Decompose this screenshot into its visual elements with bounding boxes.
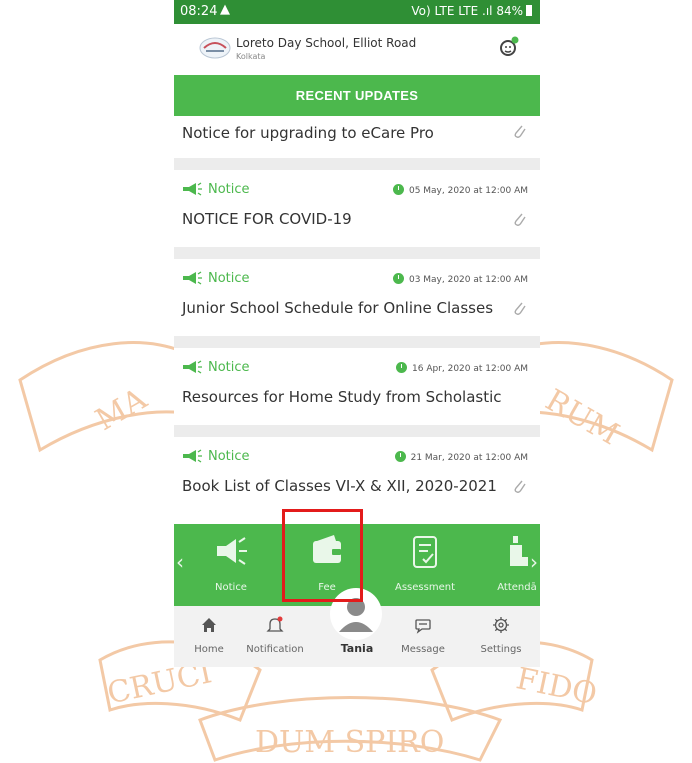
megaphone-icon — [183, 360, 202, 374]
notice-card[interactable]: Notice 05 May, 2020 at 12:00 AM NOTICE F… — [174, 170, 540, 247]
notice-card[interactable]: Notice 03 May, 2020 at 12:00 AM Junior S… — [174, 259, 540, 336]
attachment-icon[interactable] — [512, 477, 526, 495]
notice-tag-label: Notice — [208, 271, 250, 286]
menu-item-assessment[interactable]: Assessment — [388, 532, 462, 593]
notice-date-text: 16 Apr, 2020 at 12:00 AM — [412, 364, 528, 374]
battery-icon — [526, 5, 532, 16]
notice-tag-label: Notice — [208, 182, 250, 197]
school-name: Loreto Day School, Elliot Road — [236, 36, 417, 50]
menu-item-label: Assessment — [395, 582, 455, 593]
gear-icon — [493, 617, 509, 633]
school-header: Loreto Day School, Elliot Road Kolkata — [174, 24, 540, 75]
nav-settings[interactable]: Settings — [466, 616, 536, 655]
signal-icons: Vo) LTE LTE .ıl — [411, 4, 493, 18]
notice-date: 03 May, 2020 at 12:00 AM — [392, 273, 528, 285]
notice-tag-label: Notice — [208, 360, 250, 375]
nav-message[interactable]: Message — [388, 616, 458, 655]
school-city: Kolkata — [236, 52, 266, 61]
notice-card[interactable]: Notice 16 Apr, 2020 at 12:00 AM Resource… — [174, 348, 540, 425]
clock-icon — [396, 362, 407, 373]
watermark-word: MA — [90, 381, 153, 438]
menu-item-notice[interactable]: Notice — [194, 532, 268, 593]
notice-date-text: 05 May, 2020 at 12:00 AM — [408, 186, 528, 196]
notice-tag: Notice — [182, 360, 250, 375]
megaphone-icon — [217, 537, 247, 565]
megaphone-icon — [183, 271, 202, 285]
menu-item-label: Attendā — [497, 582, 537, 593]
notice-title: Junior School Schedule for Online Classe… — [182, 299, 494, 317]
notice-tag: Notice — [182, 449, 250, 464]
megaphone-icon — [183, 182, 202, 196]
notice-title: Resources for Home Study from Scholastic — [182, 388, 502, 406]
nav-label: Settings — [480, 644, 522, 655]
notice-date-text: 21 Mar, 2020 at 12:00 AM — [410, 453, 528, 463]
nav-label: Home — [194, 644, 224, 655]
attachment-icon[interactable] — [512, 122, 526, 140]
attachment-icon[interactable] — [512, 299, 526, 317]
updates-feed[interactable]: Notice for upgrading to eCare Pro Notice… — [174, 116, 540, 524]
clock-icon — [392, 184, 404, 195]
attachment-icon[interactable] — [512, 210, 526, 228]
notice-card[interactable]: Notice for upgrading to eCare Pro — [174, 116, 540, 158]
home-icon — [202, 618, 216, 632]
status-bar: 08:24 ▲ Vo) LTE LTE .ıl 84% — [174, 0, 540, 24]
clock-icon — [392, 273, 404, 284]
notice-tag-label: Notice — [208, 449, 250, 464]
chat-icon — [415, 619, 431, 634]
school-logo-icon — [199, 37, 231, 59]
notice-tag: Notice — [182, 182, 250, 197]
watermark-word: RUM — [539, 383, 625, 453]
attendance-icon — [510, 536, 528, 566]
megaphone-icon — [183, 449, 202, 463]
notice-date: 16 Apr, 2020 at 12:00 AM — [396, 362, 528, 374]
notice-title: Notice for upgrading to eCare Pro — [182, 124, 434, 142]
status-right: Vo) LTE LTE .ıl 84% — [411, 4, 532, 18]
watermark-word: DUM SPIRO — [255, 725, 444, 760]
menu-item-label: Notice — [215, 582, 247, 593]
notice-title: Book List of Classes VI-X & XII, 2020-20… — [182, 477, 497, 495]
notice-tag: Notice — [182, 271, 250, 286]
chevron-right-icon[interactable]: › — [530, 550, 538, 574]
support-agent-icon[interactable] — [496, 36, 520, 60]
notice-date: 05 May, 2020 at 12:00 AM — [392, 184, 528, 196]
bell-icon — [266, 616, 284, 632]
notice-date: 21 Mar, 2020 at 12:00 AM — [394, 451, 528, 463]
bottom-nav: Home Notification Tania Message Settings — [174, 588, 540, 667]
highlight-box — [282, 509, 363, 602]
battery-percent: 84% — [496, 4, 523, 18]
nav-label: Notification — [246, 644, 304, 655]
recent-updates-header: RECENT UPDATES — [174, 75, 540, 116]
status-time: 08:24 — [180, 4, 218, 19]
clock-icon — [394, 451, 406, 462]
nav-home[interactable]: Home — [174, 616, 244, 655]
nav-label: Message — [401, 644, 445, 655]
notice-title: NOTICE FOR COVID-19 — [182, 210, 352, 228]
nav-notification[interactable]: Notification — [240, 616, 310, 655]
clipboard-check-icon — [413, 536, 437, 568]
warning-triangle-icon: ▲ — [220, 2, 230, 17]
notice-date-text: 03 May, 2020 at 12:00 AM — [408, 275, 528, 285]
chevron-left-icon[interactable]: ‹ — [176, 550, 184, 574]
nav-user-name[interactable]: Tania — [322, 642, 392, 655]
